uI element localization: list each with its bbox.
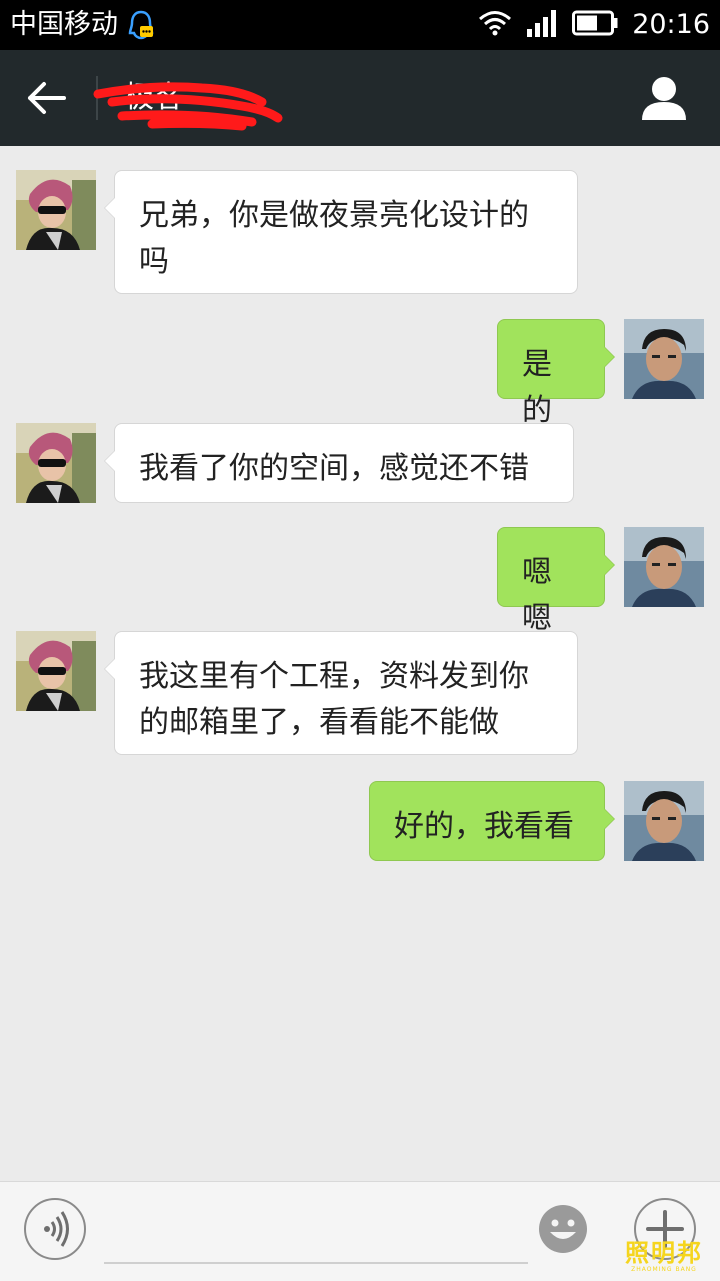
contact-avatar[interactable] [16,423,96,503]
watermark-text: 照明邦 [625,1239,703,1267]
message-input[interactable] [104,1212,528,1264]
clock-time: 20:16 [632,9,710,40]
input-bar [0,1181,720,1281]
voice-icon [44,1211,69,1247]
message-bubble-incoming[interactable]: 兄弟，你是做夜景亮化设计的吗 [104,170,578,294]
wifi-icon [478,10,512,40]
battery-icon [572,10,618,40]
emoji-button[interactable] [536,1202,590,1256]
carrier-name: 中国移动 [10,9,118,40]
redaction-scribble [93,82,283,131]
chat-header: 极客 [0,50,720,146]
smiley-icon [539,1205,587,1253]
voice-input-button[interactable] [24,1198,86,1260]
person-icon [642,77,686,120]
watermark-logo: 照明邦 ZHAOMING BANG [614,1240,714,1274]
my-avatar[interactable] [624,527,704,607]
my-avatar[interactable] [624,781,704,861]
back-button[interactable] [24,76,74,120]
arrow-left-icon [28,82,66,114]
status-bar: 中国移动 20:16 [0,0,720,50]
message-bubble-incoming[interactable]: 我看了你的空间，感觉还不错 [104,423,574,503]
message-bubble-outgoing[interactable]: 嗯嗯 [497,527,615,636]
contact-avatar[interactable] [16,631,96,711]
signal-icon [526,9,558,41]
qq-notification-icon [128,10,154,44]
contact-profile-button[interactable] [638,72,690,124]
message-bubble-outgoing[interactable]: 好的，我看看 [369,781,615,861]
message-bubble-outgoing[interactable]: 是的 [497,319,615,428]
watermark-subtext: ZHAOMING BANG [631,1266,697,1273]
message-bubble-incoming[interactable]: 我这里有个工程，资料发到你的邮箱里了，看看能不能做 [104,631,578,755]
contact-avatar[interactable] [16,170,96,250]
my-avatar[interactable] [624,319,704,399]
